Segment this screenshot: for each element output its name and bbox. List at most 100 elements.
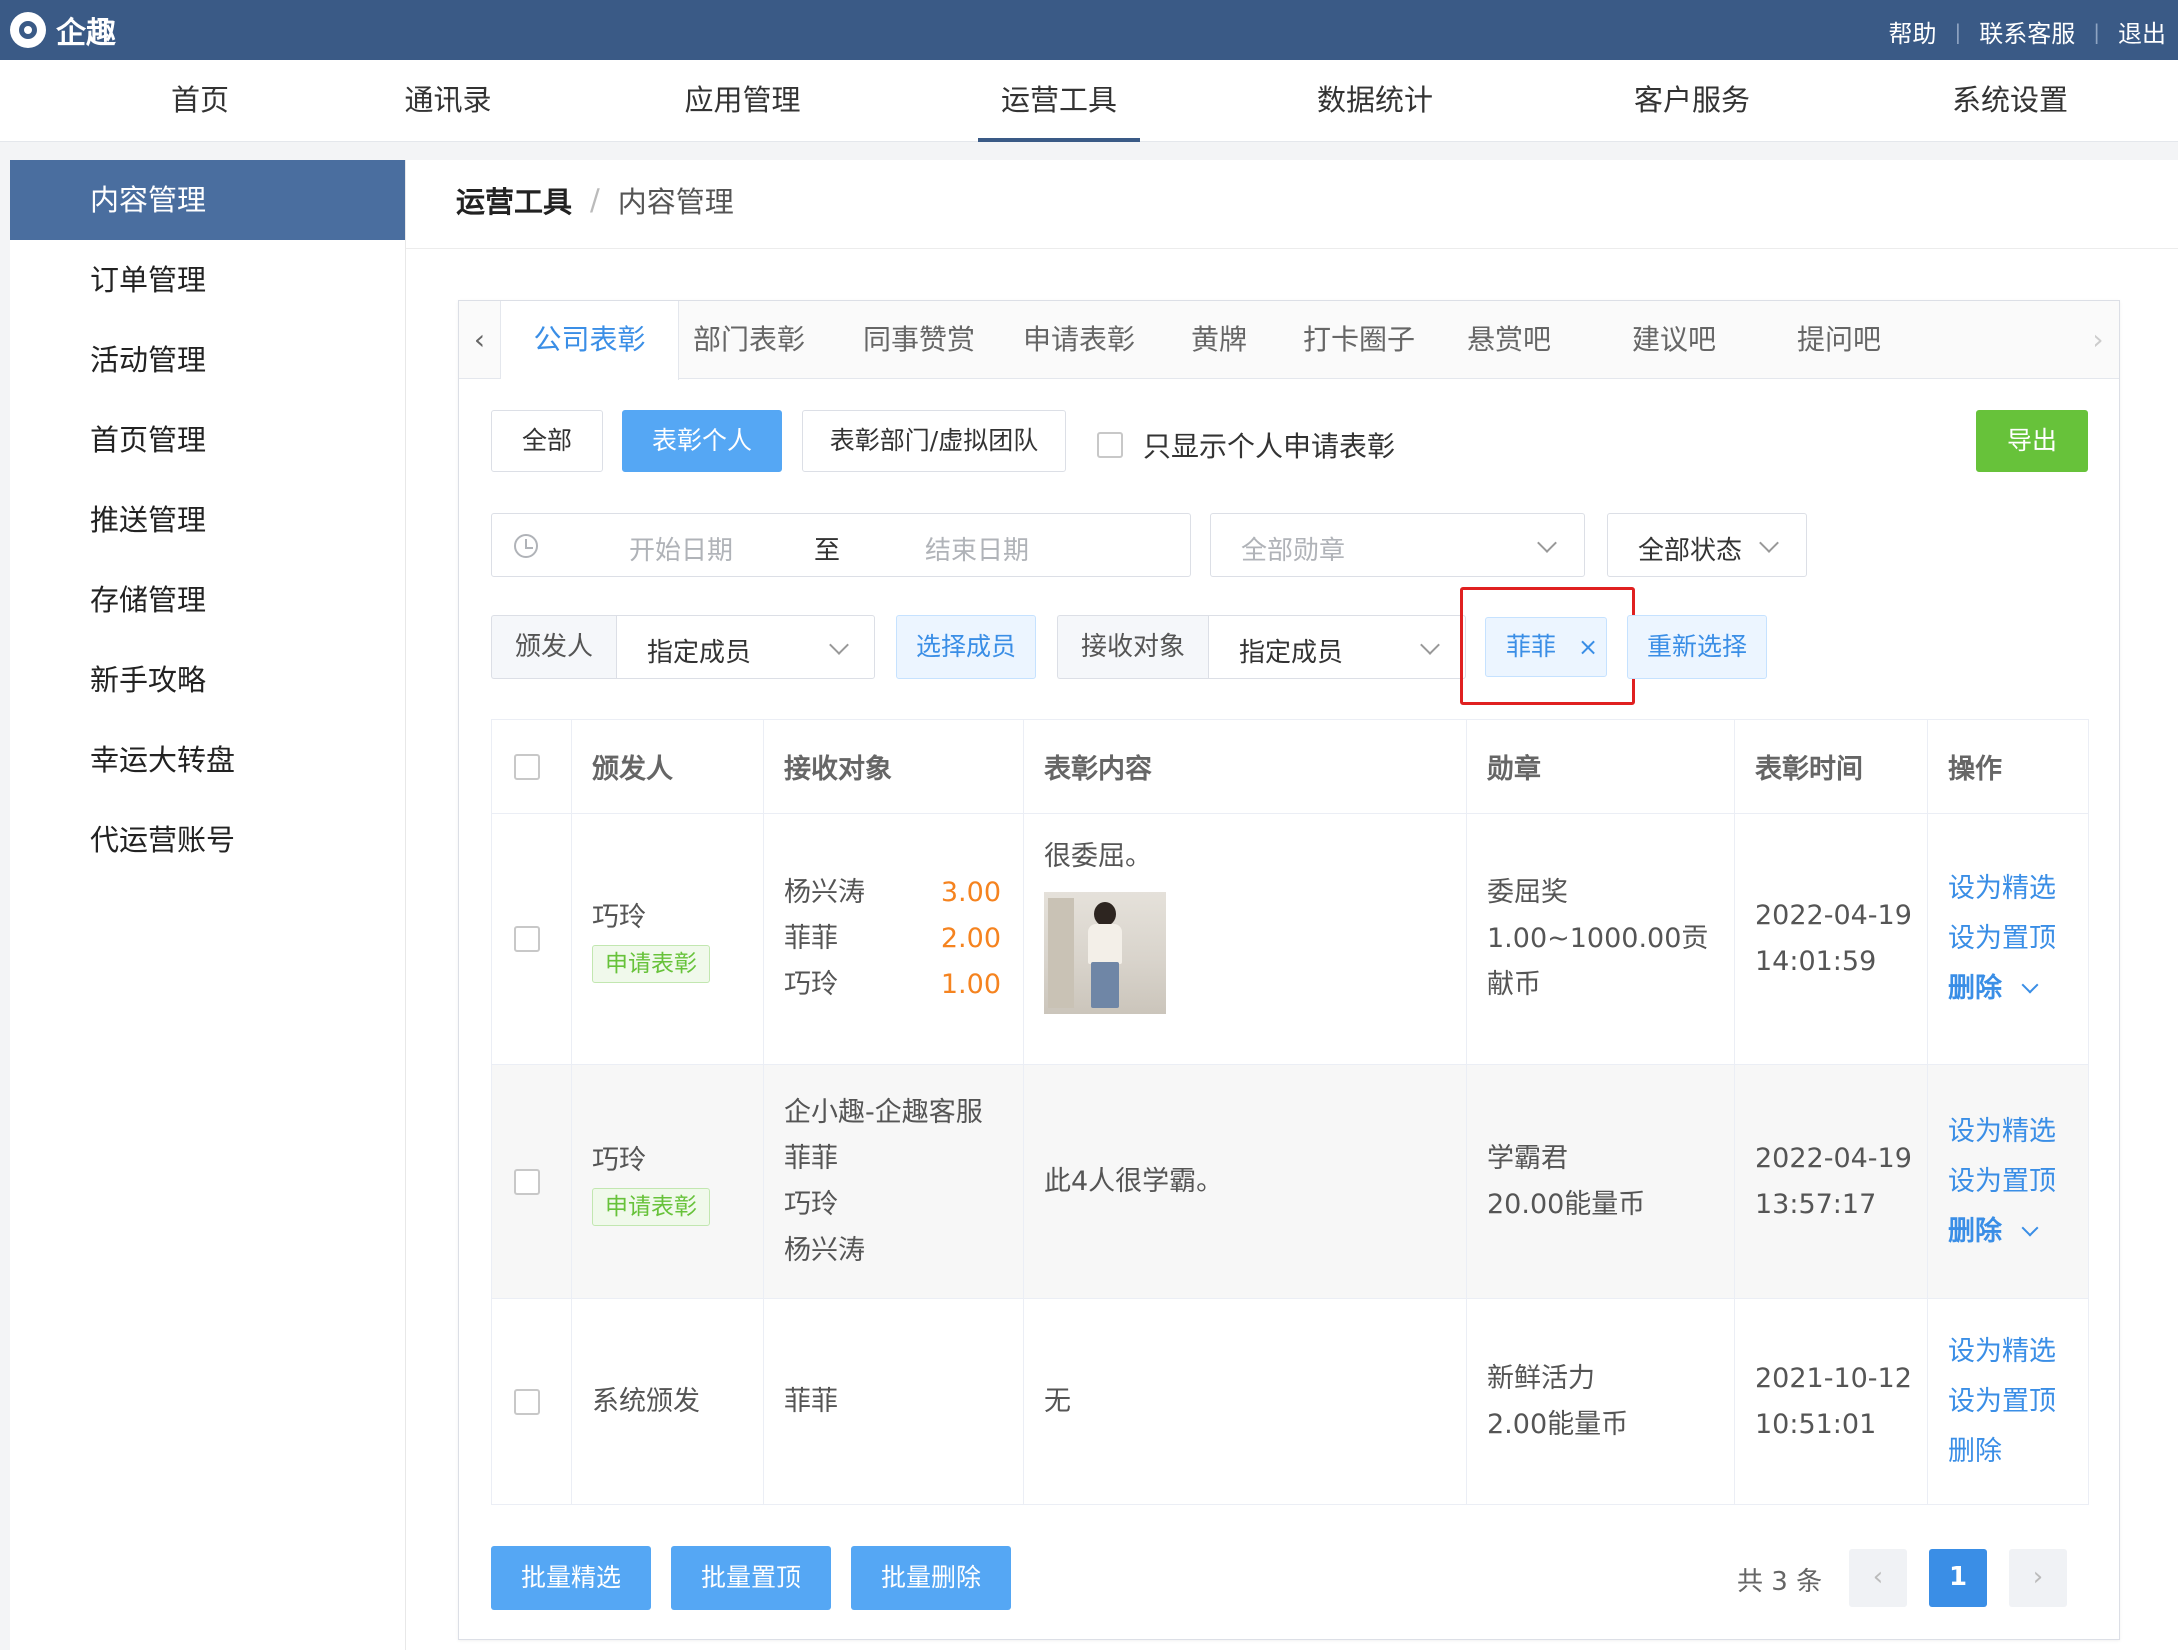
sidebar-item-managed-account[interactable]: 代运营账号 (10, 800, 405, 880)
tab-dept-commendation[interactable]: 部门表彰 (679, 301, 819, 379)
tab-scroll-right-icon[interactable]: › (2077, 301, 2119, 379)
sidebar-item-home-management[interactable]: 首页管理 (10, 400, 405, 480)
tab-bounty[interactable]: 悬赏吧 (1439, 301, 1579, 379)
commendation-time: 10:51:01 (1755, 1408, 1877, 1440)
divider (406, 248, 2178, 249)
help-link[interactable]: 帮助 (1889, 14, 1937, 49)
end-date-input[interactable]: 结束日期 (925, 530, 1029, 567)
issuer-name: 系统颁发 (592, 1385, 700, 1417)
receiver-name: 企小趣-企趣客服 (784, 1096, 983, 1128)
breadcrumb-current: 内容管理 (617, 185, 734, 219)
delete-dropdown[interactable]: 删除 (1948, 1207, 2076, 1257)
row-checkbox[interactable] (514, 1168, 540, 1195)
highlight-box (1460, 587, 1635, 705)
status-badge: 申请表彰 (592, 1187, 710, 1226)
sidebar-item-activity-management[interactable]: 活动管理 (10, 320, 405, 400)
date-range-separator: 至 (814, 536, 841, 566)
tab-company-commendation[interactable]: 公司表彰 (501, 301, 679, 380)
chevron-down-icon (1537, 533, 1557, 553)
all-button[interactable]: 全部 (491, 410, 603, 472)
commendation-table: 颁发人 接收对象 表彰内容 勋章 表彰时间 操作 巧玲 申请表彰 杨兴涛 3.0… (491, 719, 2089, 1505)
medal-reward: 20.00能量币 (1487, 1188, 1646, 1220)
app-name: 企趣 (56, 16, 116, 51)
nav-data-statistics[interactable]: 数据统计 (1300, 60, 1450, 142)
chevron-down-icon (829, 635, 849, 655)
chevron-down-icon (2021, 1219, 2039, 1236)
medal-select[interactable]: 全部勋章 (1210, 513, 1585, 577)
select-all-checkbox[interactable] (514, 753, 540, 780)
breadcrumb-root[interactable]: 运营工具 (456, 179, 572, 221)
tab-yellow-card[interactable]: 黄牌 (1139, 301, 1299, 379)
start-date-input[interactable]: 开始日期 (629, 530, 733, 567)
receiver-row: 巧玲 1.00 (784, 969, 1001, 1000)
next-page-button[interactable]: › (2009, 1549, 2067, 1607)
reselect-button[interactable]: 重新选择 (1627, 615, 1767, 679)
sidebar-item-beginner-guide[interactable]: 新手攻略 (10, 640, 405, 720)
set-featured-link[interactable]: 设为精选 (1948, 1107, 2076, 1157)
tab-suggestions[interactable]: 建议吧 (1604, 301, 1744, 379)
sidebar: 内容管理 订单管理 活动管理 首页管理 推送管理 存储管理 新手攻略 幸运大转盘… (10, 160, 405, 1650)
nav-customer-service[interactable]: 客户服务 (1617, 60, 1767, 142)
nav-home[interactable]: 首页 (150, 60, 250, 142)
set-pinned-link[interactable]: 设为置顶 (1948, 1377, 2076, 1427)
row-checkbox[interactable] (514, 1388, 540, 1415)
tab-apply-commendation[interactable]: 申请表彰 (1019, 301, 1139, 379)
prev-page-button[interactable]: ‹ (1849, 1549, 1907, 1607)
receiver-select-value: 指定成员 (1239, 638, 1344, 668)
app-logo[interactable]: 企趣 (10, 10, 116, 51)
receiver-select[interactable]: 指定成员 (1208, 615, 1466, 679)
bulk-delete-button[interactable]: 批量删除 (851, 1546, 1011, 1610)
commendation-photo[interactable] (1044, 892, 1166, 1014)
logout-link[interactable]: 退出 (2118, 14, 2166, 49)
nav-app-management[interactable]: 应用管理 (670, 60, 815, 142)
nav-operations-tools[interactable]: 运营工具 (978, 60, 1140, 142)
select-members-button[interactable]: 选择成员 (896, 615, 1036, 679)
table-row: 巧玲 申请表彰 企小趣-企趣客服 菲菲 巧玲 杨兴涛 此4人很学霸。 学霸君 2… (492, 1065, 2088, 1299)
issuer-select-value: 指定成员 (647, 638, 752, 668)
chevron-down-icon (1420, 635, 1440, 655)
individual-commendation-button[interactable]: 表彰个人 (622, 410, 782, 472)
table-row: 系统颁发 菲菲 无 新鲜活力 2.00能量币 2021-10-12 10:51:… (492, 1299, 2088, 1504)
breadcrumb: 运营工具 / 内容管理 (456, 180, 734, 220)
bulk-feature-button[interactable]: 批量精选 (491, 1546, 651, 1610)
set-pinned-link[interactable]: 设为置顶 (1948, 914, 2076, 964)
receiver-name: 菲菲 (784, 1385, 838, 1417)
status-select[interactable]: 全部状态 (1607, 513, 1807, 577)
export-button[interactable]: 导出 (1976, 410, 2088, 472)
sidebar-item-storage-management[interactable]: 存储管理 (10, 560, 405, 640)
checkbox[interactable] (1097, 432, 1123, 458)
receiver-name: 巧玲 (784, 1188, 838, 1220)
set-featured-link[interactable]: 设为精选 (1948, 864, 2076, 914)
medal-name: 学霸君 (1487, 1142, 1568, 1174)
sidebar-item-push-management[interactable]: 推送管理 (10, 480, 405, 560)
set-featured-link[interactable]: 设为精选 (1948, 1327, 2076, 1377)
logo-icon (10, 12, 46, 48)
contact-support-link[interactable]: 联系客服 (1979, 14, 2075, 49)
medal-name: 委屈奖 (1487, 877, 1568, 908)
nav-system-settings[interactable]: 系统设置 (1935, 60, 2085, 142)
commendation-text: 此4人很学霸。 (1044, 1165, 1224, 1197)
issuer-name: 巧玲 (592, 1144, 646, 1176)
delete-dropdown[interactable]: 删除 (1948, 964, 2076, 1014)
sidebar-item-content-management[interactable]: 内容管理 (10, 160, 405, 240)
bulk-pin-button[interactable]: 批量置顶 (671, 1546, 831, 1610)
sidebar-item-order-management[interactable]: 订单管理 (10, 240, 405, 320)
receiver-row: 杨兴涛 3.00 (784, 877, 1001, 908)
date-range-picker[interactable]: 开始日期 至 结束日期 (491, 513, 1191, 577)
delete-link[interactable]: 删除 (1948, 1427, 2076, 1477)
divider: | (1954, 19, 1962, 44)
dept-team-commendation-button[interactable]: 表彰部门/虚拟团队 (802, 410, 1066, 472)
set-pinned-link[interactable]: 设为置顶 (1948, 1157, 2076, 1207)
main-nav: 首页 通讯录 应用管理 运营工具 数据统计 客户服务 系统设置 (0, 60, 2178, 142)
total-count: 共 3 条 (1737, 1567, 1823, 1597)
page-1-button[interactable]: 1 (1929, 1549, 1987, 1607)
tab-checkin-circle[interactable]: 打卡圈子 (1299, 301, 1419, 379)
issuer-select[interactable]: 指定成员 (616, 615, 875, 679)
nav-contacts[interactable]: 通讯录 (388, 60, 508, 142)
tab-questions[interactable]: 提问吧 (1774, 301, 1904, 379)
only-personal-checkbox[interactable]: 只显示个人申请表彰 (1097, 425, 1395, 465)
row-checkbox[interactable] (514, 926, 540, 952)
tab-colleague-praise[interactable]: 同事赞赏 (819, 301, 1019, 379)
sidebar-item-lucky-wheel[interactable]: 幸运大转盘 (10, 720, 405, 800)
tab-scroll-left-icon[interactable]: ‹ (459, 301, 501, 379)
